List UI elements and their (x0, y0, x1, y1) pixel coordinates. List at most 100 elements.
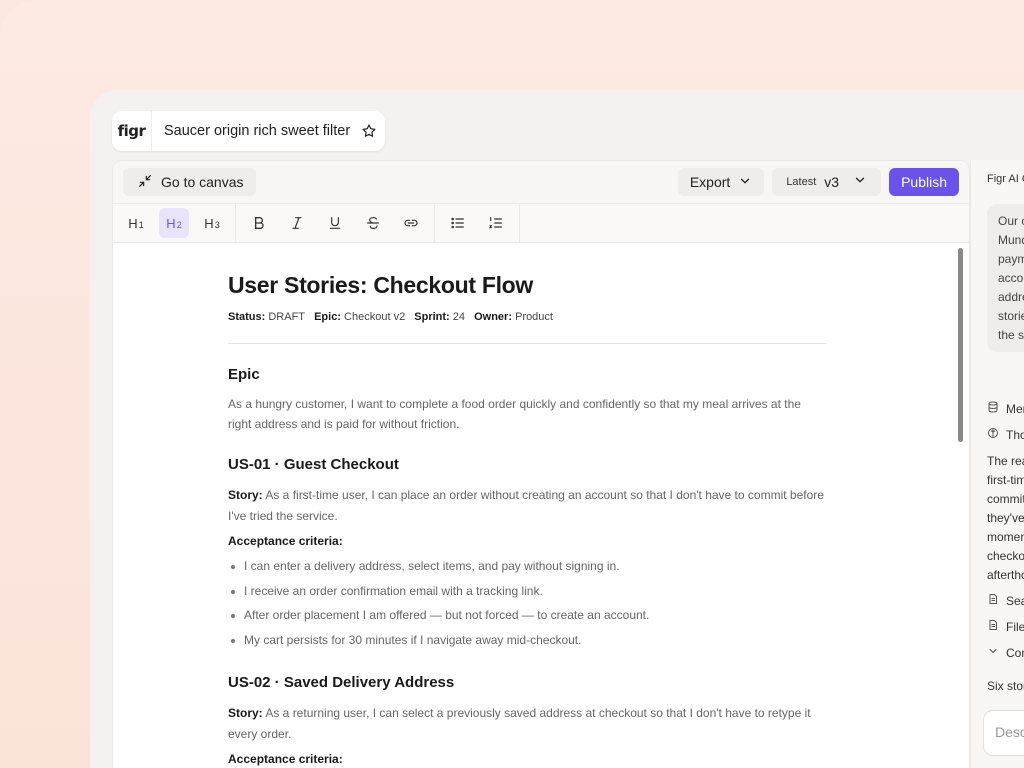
us01-criteria-list: I can enter a delivery address, select i… (228, 554, 826, 652)
reply-line: first-tim (987, 473, 1024, 487)
bubble-line: Mund (998, 233, 1024, 247)
list-item: I can enter a delivery address, select i… (228, 554, 826, 579)
app-window: figr Saucer origin rich sweet filter Go … (90, 90, 1024, 768)
database-icon (987, 401, 999, 416)
document-editor: Go to canvas Export Latest v3 Publish H1 (112, 160, 970, 768)
epic-heading: Epic (228, 366, 260, 383)
divider (228, 343, 826, 344)
document-icon (987, 619, 999, 634)
owner-value: Product (515, 311, 553, 323)
ai-panel-title: Figr AI C (987, 173, 1024, 185)
epic-label: Epic: (314, 311, 341, 323)
format-toolbar: H1 H2 H3 (113, 203, 969, 243)
us01-ac-label: Acceptance criteria: (228, 534, 343, 548)
bubble-line: Our c (998, 214, 1024, 228)
reply-line: The rea (987, 454, 1024, 468)
user-message-bubble: Our c Mund paym accou addre storie the s (987, 204, 1024, 352)
chevron-down-icon (853, 173, 867, 192)
version-select[interactable]: Latest v3 (772, 168, 882, 196)
status-label: Status: (228, 311, 266, 323)
epic-value: Checkout v2 (344, 311, 406, 323)
chevron-down-icon (987, 645, 999, 660)
memory-label: Mer (1006, 401, 1024, 416)
document-title: User Stories: Checkout Flow (228, 272, 534, 298)
us02-story: Story: As a returning user, I can select… (228, 703, 826, 745)
files-label: File (1006, 619, 1024, 634)
bubble-line: the s (998, 328, 1024, 342)
owner-label: Owner: (474, 311, 512, 323)
thought-row[interactable]: Tho (987, 427, 1024, 442)
us01-story-text: As a first-time user, I can place an ord… (228, 488, 824, 523)
brain-icon (987, 427, 999, 442)
reply-line: checko (987, 549, 1024, 563)
star-icon[interactable] (360, 122, 378, 140)
list-item: My cart persists for 30 minutes if I nav… (228, 628, 826, 653)
list-group (435, 204, 520, 242)
text-style-group (236, 204, 435, 242)
h1-sub: 1 (138, 220, 144, 230)
heading-2-button[interactable]: H2 (159, 208, 189, 238)
export-button[interactable]: Export (677, 168, 765, 196)
bold-icon[interactable] (244, 208, 274, 238)
search-label: Sea (1006, 593, 1024, 608)
scrollbar-thumb[interactable] (958, 248, 963, 442)
go-to-canvas-label: Go to canvas (161, 174, 244, 190)
files-row[interactable]: File (987, 619, 1024, 634)
version-value: v3 (824, 174, 840, 190)
status-value: DRAFT (268, 311, 306, 323)
go-to-canvas-button[interactable]: Go to canvas (123, 168, 256, 196)
collapse-arrows-icon (137, 173, 153, 192)
us02-story-text: As a returning user, I can select a prev… (228, 706, 811, 741)
export-label: Export (689, 174, 731, 190)
collapse-label: Con (1006, 645, 1024, 660)
document-body: User Stories: Checkout Flow Status: DRAF… (228, 244, 826, 766)
editor-top-toolbar: Go to canvas Export Latest v3 Publish (113, 161, 969, 203)
bubble-line: accou (998, 271, 1024, 285)
reply-line: afterthc (987, 568, 1024, 582)
link-icon[interactable] (396, 208, 426, 238)
italic-icon[interactable] (282, 208, 312, 238)
list-item: After order placement I am offered — but… (228, 603, 826, 628)
h3-sub: 3 (214, 220, 220, 230)
memory-row[interactable]: Mer (987, 401, 1024, 416)
figr-logo[interactable]: figr (112, 111, 152, 151)
heading-1-button[interactable]: H1 (121, 208, 151, 238)
ai-chat-panel: Figr AI C Our c Mund paym accou addre st… (970, 160, 1024, 768)
bubble-line: paym (998, 252, 1024, 266)
reply-line: they've (987, 511, 1024, 525)
us02-ac-label: Acceptance criteria: (228, 752, 343, 766)
assistant-reply: The rea first-tim commit they've momen c… (987, 452, 1024, 585)
publish-button[interactable]: Publish (889, 168, 959, 196)
sprint-value: 24 (452, 311, 466, 323)
epic-text: As a hungry customer, I want to complete… (228, 397, 801, 431)
numbered-list-icon[interactable] (481, 208, 511, 238)
us02-story-label: Story: (228, 706, 263, 720)
file-header: figr Saucer origin rich sweet filter (112, 111, 385, 151)
summary-text: Six stor (987, 679, 1024, 693)
document-icon (987, 593, 999, 608)
heading-group: H1 H2 H3 (113, 204, 236, 242)
h2-sub: 2 (176, 220, 182, 230)
us01-story-label: Story: (228, 488, 263, 502)
sprint-label: Sprint: (414, 311, 450, 323)
file-name[interactable]: Saucer origin rich sweet filter (164, 123, 350, 139)
bullet-list-icon[interactable] (443, 208, 473, 238)
collapse-row[interactable]: Con (987, 645, 1024, 660)
us01-heading: US-01 · Guest Checkout (228, 456, 399, 473)
chat-input[interactable]: Desc (983, 710, 1024, 756)
thought-label: Tho (1006, 427, 1024, 442)
reply-line: commit (987, 492, 1024, 506)
search-row[interactable]: Sea (987, 593, 1024, 608)
document-scroll-area[interactable]: User Stories: Checkout Flow Status: DRAF… (113, 244, 969, 768)
bubble-line: addre (998, 290, 1024, 304)
h2-letter: H (166, 215, 176, 231)
bubble-line: storie (998, 309, 1024, 323)
h3-letter: H (204, 215, 214, 231)
heading-3-button[interactable]: H3 (197, 208, 227, 238)
underline-icon[interactable] (320, 208, 350, 238)
us02-heading: US-02 · Saved Delivery Address (228, 674, 455, 691)
strikethrough-icon[interactable] (358, 208, 388, 238)
chevron-down-icon (738, 174, 752, 191)
reply-line: momen (987, 530, 1024, 544)
version-latest-label: Latest (786, 176, 817, 188)
